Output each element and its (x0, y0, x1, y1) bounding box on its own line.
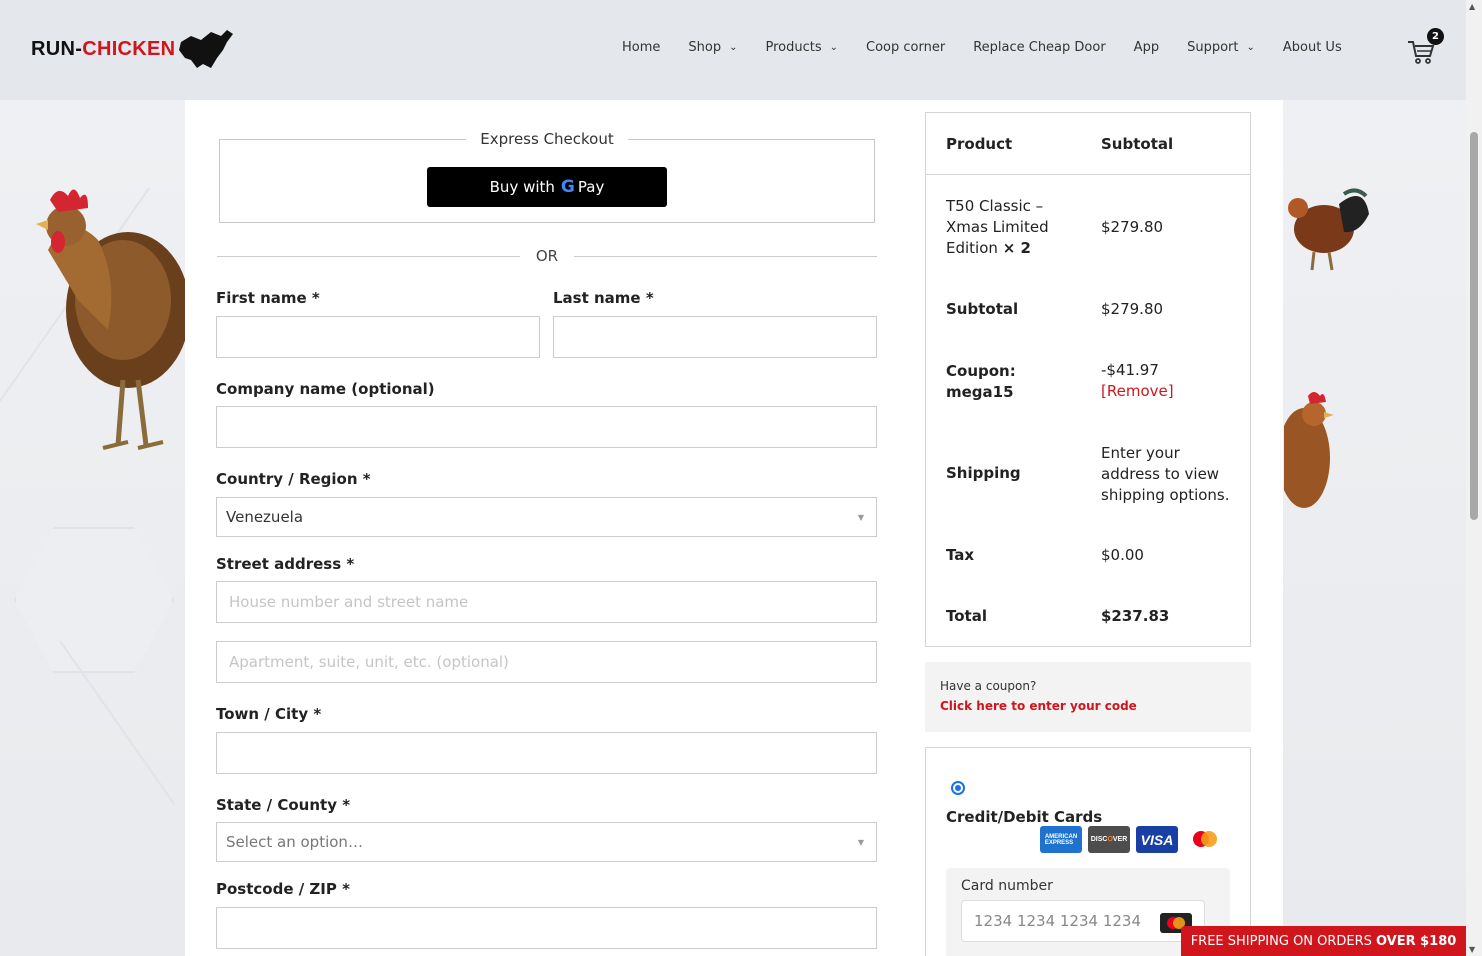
zip-input[interactable] (216, 907, 877, 949)
last-name-input[interactable] (553, 316, 877, 358)
street2-placeholder: Apartment, suite, unit, etc. (optional) (229, 653, 509, 671)
dropdown-caret-icon: ▼ (857, 512, 864, 522)
coupon-label: Coupon: mega15 (946, 362, 1016, 401)
hen-image-right-top (1288, 188, 1369, 271)
coupon-prompt-box: Have a coupon? Click here to enter your … (925, 662, 1251, 732)
enter-coupon-link[interactable]: Click here to enter your code (940, 699, 1137, 713)
promo-text: FREE SHIPPING ON ORDERS (1190, 933, 1372, 949)
scroll-down-arrow-icon[interactable]: ▼ (1469, 945, 1475, 954)
page-scrollbar[interactable]: ▲ ▼ (1466, 0, 1482, 956)
coupon-value: -$41.97 (1101, 361, 1159, 379)
col-subtotal-header: Subtotal (1101, 135, 1174, 153)
chevron-down-icon: ⌄ (829, 42, 839, 53)
logo-text-run: RUN- (31, 37, 83, 60)
shipping-label: Shipping (946, 464, 1021, 482)
cart-item-qty: × 2 (1002, 239, 1031, 257)
remove-coupon-link[interactable]: [Remove] (1101, 382, 1174, 400)
scroll-thumb[interactable] (1470, 132, 1478, 520)
checkout-form-panel: Express Checkout Buy with G Pay OR First… (185, 100, 1283, 956)
city-input[interactable] (216, 732, 877, 774)
payment-method-title: Credit/Debit Cards (946, 808, 1103, 826)
payment-method-box: Credit/Debit Cards AMERICAN EXPRESS DISC O… (925, 747, 1251, 956)
cart-item-price: $279.80 (1101, 218, 1164, 236)
order-summary-table: Product Subtotal T50 Classic – Xmas Limi… (925, 112, 1251, 647)
nav-products-label: Products (765, 40, 822, 55)
state-value: Select an option… (226, 833, 363, 851)
street-address-2-input[interactable]: Apartment, suite, unit, etc. (optional) (216, 641, 877, 683)
total-value: $237.83 (1101, 607, 1170, 625)
mastercard-icon (1184, 826, 1226, 853)
nav-replace-door-label: Replace Cheap Door (973, 40, 1106, 55)
tax-label: Tax (946, 546, 975, 564)
state-label: State / County * (216, 796, 351, 814)
street-address-input[interactable]: House number and street name (216, 581, 877, 623)
card-number-input[interactable]: 1234 1234 1234 1234 (961, 900, 1205, 942)
nav-support-label: Support (1187, 40, 1239, 55)
nav-app[interactable]: App (1134, 40, 1159, 55)
site-logo[interactable]: RUN- CHICKEN (31, 28, 235, 70)
free-shipping-banner[interactable]: FREE SHIPPING ON ORDERS OVER $180 (1181, 926, 1466, 956)
chevron-down-icon: ⌄ (729, 42, 738, 53)
company-input[interactable] (216, 406, 877, 448)
cart-count-badge: 2 (1427, 28, 1444, 45)
country-value: Venezuela (226, 508, 304, 526)
card-brand-icons: AMERICAN EXPRESS DISC O VER VISA (1040, 826, 1226, 853)
card-number-placeholder: 1234 1234 1234 1234 (974, 912, 1141, 930)
nav-coop-corner[interactable]: Coop corner (866, 40, 945, 55)
main-nav: Home Shop ⌄ Products ⌄ Coop corner Replace… (608, 40, 1356, 55)
nav-home[interactable]: Home (622, 40, 660, 55)
nav-shop-label: Shop (688, 40, 722, 55)
promo-bold: OVER $180 (1375, 933, 1457, 949)
nav-support[interactable]: Support ⌄ (1187, 40, 1255, 55)
google-pay-button[interactable]: Buy with G Pay (427, 167, 667, 207)
nav-products[interactable]: Products ⌄ (765, 40, 838, 55)
total-label: Total (946, 607, 987, 625)
gpay-brand: Pay (577, 178, 605, 196)
hen-image-left (36, 189, 188, 450)
street-placeholder: House number and street name (229, 593, 469, 611)
first-name-label: First name * (216, 289, 320, 307)
express-checkout-legend: Express Checkout (219, 130, 875, 148)
logo-text-chicken: CHICKEN (82, 37, 176, 60)
col-product-header: Product (946, 135, 1013, 153)
visa-icon: VISA (1136, 826, 1178, 853)
first-name-input[interactable] (216, 316, 540, 358)
coupon-question: Have a coupon? (940, 679, 1037, 693)
country-select[interactable]: Venezuela ▼ (216, 497, 877, 537)
city-label: Town / City * (216, 705, 322, 723)
hexagon-decoration (14, 527, 174, 673)
gpay-label: Buy with (489, 178, 555, 196)
cart-item-name: T50 Classic – Xmas Limited Edition × 2 (946, 197, 1049, 257)
company-label: Company name (optional) (216, 380, 435, 398)
nav-about-us[interactable]: About Us (1283, 40, 1342, 55)
discover-icon: DISC O VER (1088, 826, 1130, 853)
street-label: Street address * (216, 555, 355, 573)
site-header: RUN- CHICKEN Home Shop ⌄ Products ⌄ Coop co… (0, 0, 1466, 100)
nav-shop[interactable]: Shop ⌄ (688, 40, 737, 55)
chicken-silhouette-icon (179, 30, 234, 68)
tax-value: $0.00 (1101, 546, 1144, 564)
nav-replace-cheap-door[interactable]: Replace Cheap Door (973, 40, 1105, 55)
nav-coop-corner-label: Coop corner (866, 40, 946, 55)
shipping-value: Enter your address to view shipping opti… (1101, 444, 1230, 504)
zip-label: Postcode / ZIP * (216, 880, 350, 898)
subtotal-value: $279.80 (1101, 300, 1164, 318)
last-name-label: Last name * (553, 289, 654, 307)
country-label: Country / Region * (216, 470, 371, 488)
amex-icon: AMERICAN EXPRESS (1040, 826, 1082, 853)
hen-image-right-mid (1284, 392, 1334, 508)
payment-method-radio[interactable] (951, 781, 965, 795)
state-select[interactable]: Select an option… ▼ (216, 822, 877, 862)
nav-home-label: Home (622, 40, 661, 55)
subtotal-label: Subtotal (946, 300, 1019, 318)
nav-about-us-label: About Us (1282, 40, 1342, 55)
chevron-down-icon: ⌄ (1246, 42, 1255, 53)
google-g-icon: G (560, 177, 575, 197)
or-label: OR (217, 247, 877, 265)
scroll-up-arrow-icon[interactable]: ▲ (1469, 2, 1475, 11)
dropdown-caret-icon: ▼ (857, 837, 864, 847)
card-number-label: Card number (961, 878, 1053, 894)
nav-app-label: App (1133, 40, 1160, 55)
